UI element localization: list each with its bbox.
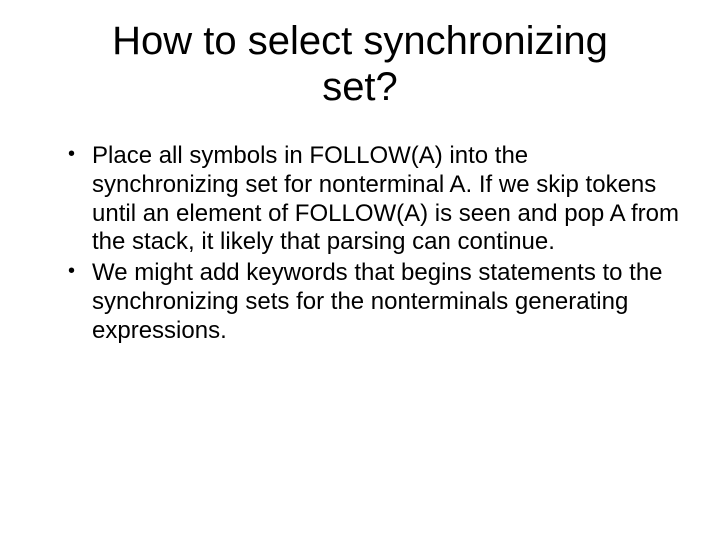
bullet-list: Place all symbols in FOLLOW(A) into the … [40, 142, 680, 346]
slide-title: How to select synchronizing set? [40, 18, 680, 110]
list-item: We might add keywords that begins statem… [68, 259, 680, 345]
list-item: Place all symbols in FOLLOW(A) into the … [68, 142, 680, 257]
